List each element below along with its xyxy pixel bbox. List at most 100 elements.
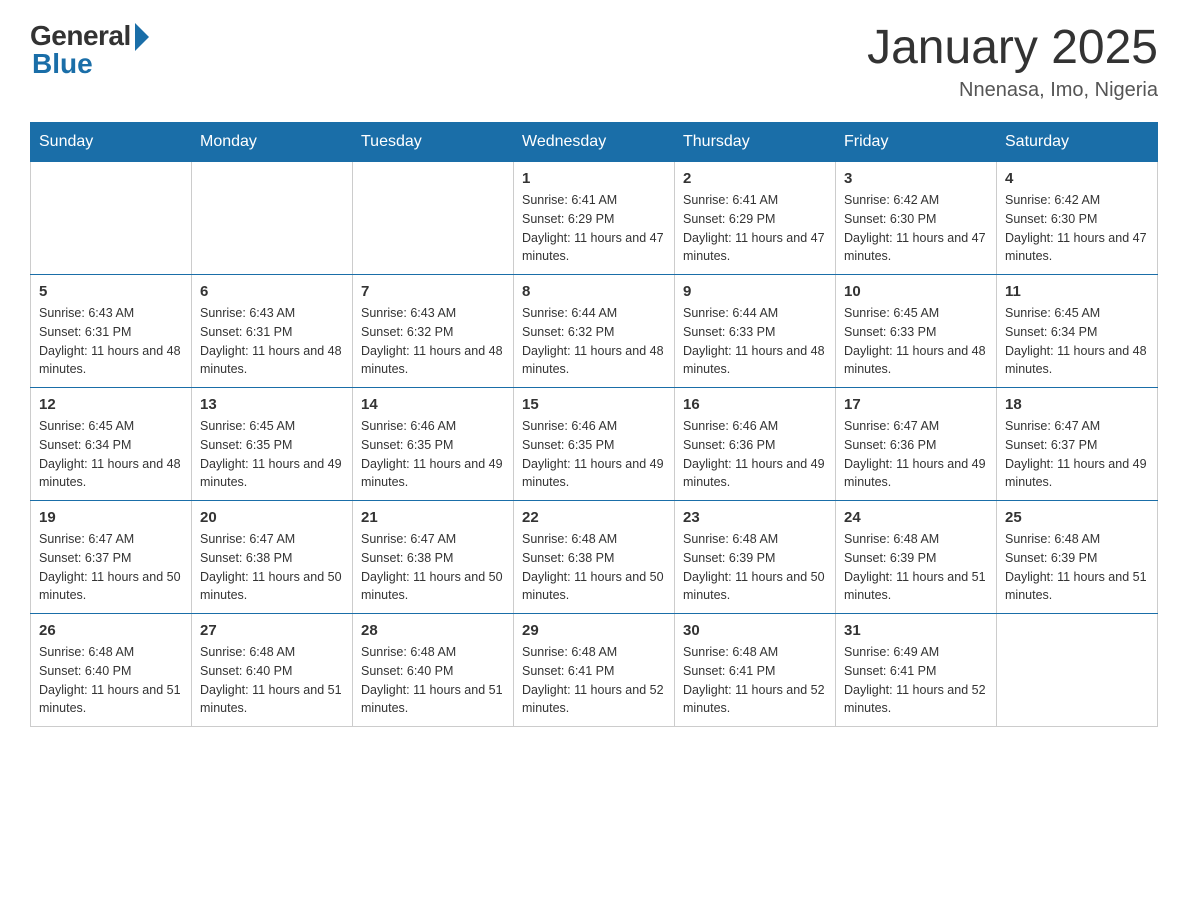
calendar-cell: 4 Sunrise: 6:42 AMSunset: 6:30 PMDaylight… (997, 162, 1158, 275)
day-number: 4 (1005, 170, 1149, 187)
calendar-cell: 26 Sunrise: 6:48 AMSunset: 6:40 PMDayligh… (31, 614, 192, 727)
calendar-cell (31, 162, 192, 275)
calendar-cell: 3 Sunrise: 6:42 AMSunset: 6:30 PMDaylight… (836, 162, 997, 275)
weekday-header-saturday: Saturday (997, 123, 1158, 162)
calendar-cell: 13 Sunrise: 6:45 AMSunset: 6:35 PMDayligh… (192, 388, 353, 501)
weekday-header-sunday: Sunday (31, 123, 192, 162)
calendar-cell: 16Sunrise: 6:46 AMSunset: 6:36 PMDayligh… (675, 388, 836, 501)
calendar-cell: 23 Sunrise: 6:48 AMSunset: 6:39 PMDayligh… (675, 501, 836, 614)
day-number: 12 (39, 396, 183, 413)
calendar-cell: 31Sunrise: 6:49 AMSunset: 6:41 PMDayligh… (836, 614, 997, 727)
day-number: 19 (39, 509, 183, 526)
day-info: Sunrise: 6:42 AMSunset: 6:30 PMDaylight:… (1005, 191, 1149, 266)
day-info: Sunrise: 6:48 AMSunset: 6:40 PMDaylight:… (361, 643, 505, 718)
day-info: Sunrise: 6:44 AMSunset: 6:33 PMDaylight:… (683, 304, 827, 379)
day-number: 10 (844, 283, 988, 300)
calendar-cell: 11 Sunrise: 6:45 AMSunset: 6:34 PMDayligh… (997, 275, 1158, 388)
calendar-header: SundayMondayTuesdayWednesdayThursdayFrid… (31, 123, 1158, 162)
logo: General Blue (30, 20, 149, 80)
day-number: 29 (522, 622, 666, 639)
day-info: Sunrise: 6:47 AMSunset: 6:38 PMDaylight:… (361, 530, 505, 605)
calendar-cell (997, 614, 1158, 727)
month-title: January 2025 (867, 20, 1158, 75)
weekday-header-row: SundayMondayTuesdayWednesdayThursdayFrid… (31, 123, 1158, 162)
day-number: 28 (361, 622, 505, 639)
calendar-body: 1 Sunrise: 6:41 AMSunset: 6:29 PMDaylight… (31, 162, 1158, 727)
logo-blue-text: Blue (30, 48, 93, 80)
calendar-cell: 18 Sunrise: 6:47 AMSunset: 6:37 PMDayligh… (997, 388, 1158, 501)
day-info: Sunrise: 6:47 AMSunset: 6:37 PMDaylight:… (1005, 417, 1149, 492)
day-number: 13 (200, 396, 344, 413)
day-info: Sunrise: 6:45 AMSunset: 6:34 PMDaylight:… (1005, 304, 1149, 379)
day-info: Sunrise: 6:47 AMSunset: 6:37 PMDaylight:… (39, 530, 183, 605)
weekday-header-monday: Monday (192, 123, 353, 162)
day-number: 20 (200, 509, 344, 526)
day-info: Sunrise: 6:48 AMSunset: 6:40 PMDaylight:… (39, 643, 183, 718)
calendar-cell: 27 Sunrise: 6:48 AMSunset: 6:40 PMDayligh… (192, 614, 353, 727)
day-info: Sunrise: 6:48 AMSunset: 6:39 PMDaylight:… (1005, 530, 1149, 605)
day-number: 9 (683, 283, 827, 300)
day-number: 26 (39, 622, 183, 639)
day-info: Sunrise: 6:47 AMSunset: 6:38 PMDaylight:… (200, 530, 344, 605)
day-number: 23 (683, 509, 827, 526)
day-info: Sunrise: 6:43 AMSunset: 6:31 PMDaylight:… (39, 304, 183, 379)
day-info: Sunrise: 6:46 AMSunset: 6:35 PMDaylight:… (522, 417, 666, 492)
calendar-cell: 19 Sunrise: 6:47 AMSunset: 6:37 PMDayligh… (31, 501, 192, 614)
calendar-week-4: 19 Sunrise: 6:47 AMSunset: 6:37 PMDayligh… (31, 501, 1158, 614)
day-number: 11 (1005, 283, 1149, 300)
day-number: 2 (683, 170, 827, 187)
calendar-week-2: 5Sunrise: 6:43 AMSunset: 6:31 PMDaylight… (31, 275, 1158, 388)
calendar-cell: 28 Sunrise: 6:48 AMSunset: 6:40 PMDayligh… (353, 614, 514, 727)
calendar-cell: 17Sunrise: 6:47 AMSunset: 6:36 PMDayligh… (836, 388, 997, 501)
calendar-cell: 8Sunrise: 6:44 AMSunset: 6:32 PMDaylight… (514, 275, 675, 388)
weekday-header-wednesday: Wednesday (514, 123, 675, 162)
day-number: 24 (844, 509, 988, 526)
calendar-cell: 30Sunrise: 6:48 AMSunset: 6:41 PMDayligh… (675, 614, 836, 727)
day-number: 27 (200, 622, 344, 639)
calendar-cell: 7Sunrise: 6:43 AMSunset: 6:32 PMDaylight… (353, 275, 514, 388)
page-header: General Blue January 2025 Nnenasa, Imo, … (30, 20, 1158, 102)
calendar-cell: 24 Sunrise: 6:48 AMSunset: 6:39 PMDayligh… (836, 501, 997, 614)
day-number: 25 (1005, 509, 1149, 526)
calendar-table: SundayMondayTuesdayWednesdayThursdayFrid… (30, 122, 1158, 727)
calendar-cell: 21 Sunrise: 6:47 AMSunset: 6:38 PMDayligh… (353, 501, 514, 614)
calendar-cell: 22 Sunrise: 6:48 AMSunset: 6:38 PMDayligh… (514, 501, 675, 614)
day-number: 3 (844, 170, 988, 187)
day-info: Sunrise: 6:43 AMSunset: 6:31 PMDaylight:… (200, 304, 344, 379)
calendar-cell: 2 Sunrise: 6:41 AMSunset: 6:29 PMDaylight… (675, 162, 836, 275)
day-number: 8 (522, 283, 666, 300)
day-info: Sunrise: 6:45 AMSunset: 6:35 PMDaylight:… (200, 417, 344, 492)
day-info: Sunrise: 6:41 AMSunset: 6:29 PMDaylight:… (683, 191, 827, 266)
weekday-header-tuesday: Tuesday (353, 123, 514, 162)
calendar-week-1: 1 Sunrise: 6:41 AMSunset: 6:29 PMDaylight… (31, 162, 1158, 275)
day-number: 7 (361, 283, 505, 300)
calendar-cell: 14 Sunrise: 6:46 AMSunset: 6:35 PMDayligh… (353, 388, 514, 501)
day-number: 31 (844, 622, 988, 639)
calendar-cell: 15Sunrise: 6:46 AMSunset: 6:35 PMDayligh… (514, 388, 675, 501)
day-info: Sunrise: 6:46 AMSunset: 6:35 PMDaylight:… (361, 417, 505, 492)
day-number: 18 (1005, 396, 1149, 413)
calendar-week-5: 26 Sunrise: 6:48 AMSunset: 6:40 PMDayligh… (31, 614, 1158, 727)
day-number: 22 (522, 509, 666, 526)
day-number: 6 (200, 283, 344, 300)
logo-arrow-icon (135, 23, 149, 51)
day-info: Sunrise: 6:42 AMSunset: 6:30 PMDaylight:… (844, 191, 988, 266)
day-info: Sunrise: 6:48 AMSunset: 6:40 PMDaylight:… (200, 643, 344, 718)
day-number: 1 (522, 170, 666, 187)
day-info: Sunrise: 6:48 AMSunset: 6:41 PMDaylight:… (683, 643, 827, 718)
day-number: 16 (683, 396, 827, 413)
day-info: Sunrise: 6:48 AMSunset: 6:39 PMDaylight:… (683, 530, 827, 605)
calendar-cell: 12Sunrise: 6:45 AMSunset: 6:34 PMDayligh… (31, 388, 192, 501)
day-info: Sunrise: 6:47 AMSunset: 6:36 PMDaylight:… (844, 417, 988, 492)
day-info: Sunrise: 6:41 AMSunset: 6:29 PMDaylight:… (522, 191, 666, 266)
location-label: Nnenasa, Imo, Nigeria (867, 79, 1158, 102)
day-number: 14 (361, 396, 505, 413)
calendar-cell: 9 Sunrise: 6:44 AMSunset: 6:33 PMDaylight… (675, 275, 836, 388)
day-info: Sunrise: 6:45 AMSunset: 6:33 PMDaylight:… (844, 304, 988, 379)
title-section: January 2025 Nnenasa, Imo, Nigeria (867, 20, 1158, 102)
day-info: Sunrise: 6:48 AMSunset: 6:39 PMDaylight:… (844, 530, 988, 605)
calendar-cell: 5Sunrise: 6:43 AMSunset: 6:31 PMDaylight… (31, 275, 192, 388)
day-info: Sunrise: 6:48 AMSunset: 6:41 PMDaylight:… (522, 643, 666, 718)
day-info: Sunrise: 6:48 AMSunset: 6:38 PMDaylight:… (522, 530, 666, 605)
day-number: 21 (361, 509, 505, 526)
